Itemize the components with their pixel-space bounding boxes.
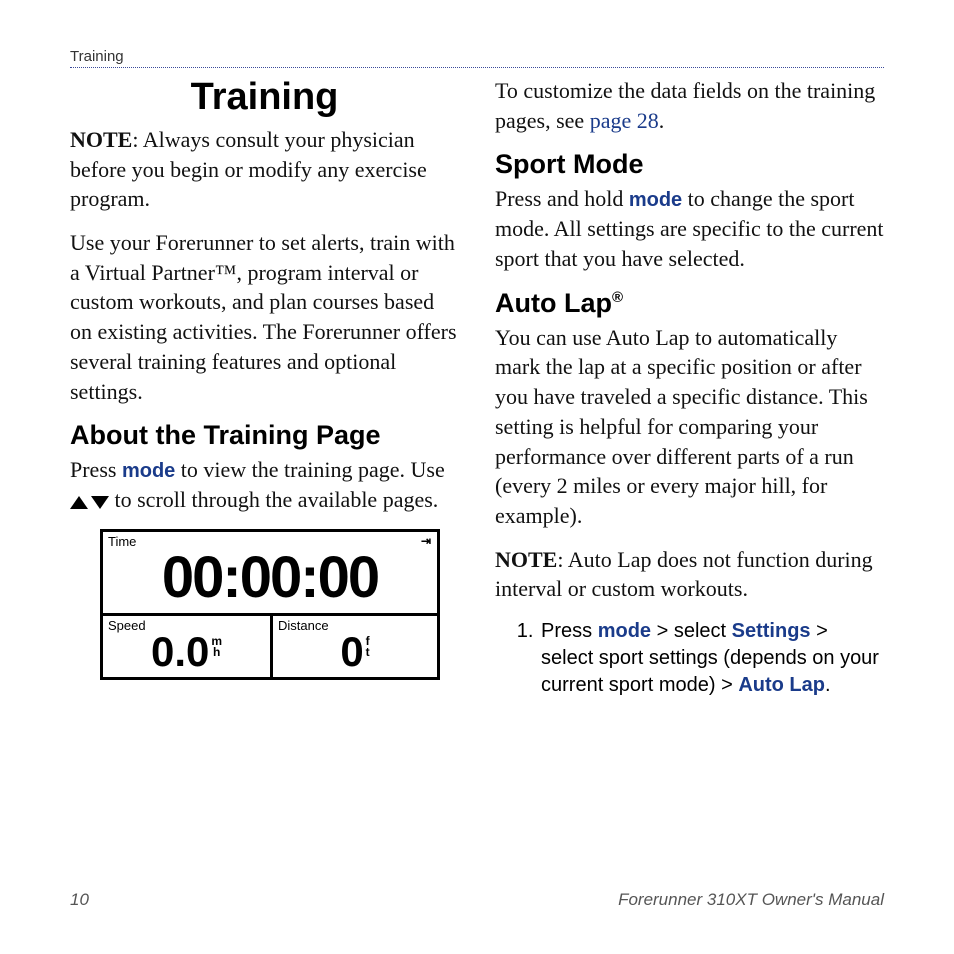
device-screen: Time ⇥ 00:00:00 Speed 0.0mh Distance 0ft [100,529,440,680]
page-header: Training [70,48,884,65]
mode-keyword: mode [122,460,175,482]
step1-b: > select [651,620,732,642]
sport-text-a: Press and hold [495,186,629,211]
page-title: Training [70,76,459,119]
screen-indicator-icon: ⇥ [421,534,431,548]
intro-paragraph: Use your Forerunner to set alerts, train… [70,228,459,406]
steps-list: Press mode > select Settings > select sp… [495,618,884,699]
about-paragraph: Press mode to view the training page. Us… [70,455,459,515]
sport-mode-paragraph: Press and hold mode to change the sport … [495,184,884,273]
page-number: 10 [70,890,89,910]
auto-lap-paragraph: You can use Auto Lap to automatically ma… [495,323,884,531]
registered-symbol: ® [612,289,623,306]
about-heading: About the Training Page [70,420,459,451]
content-columns: Training NOTE: Always consult your physi… [70,76,884,699]
time-value: 00:00:00 [108,549,432,613]
down-arrow-icon [91,496,109,509]
about-text-b: to view the training page. Use [175,457,444,482]
note-label: NOTE [70,127,132,152]
auto-lap-note: NOTE: Auto Lap does not function during … [495,545,884,604]
auto-lap-text: Auto Lap [495,288,612,318]
step1-d: . [825,674,831,696]
left-column: Training NOTE: Always consult your physi… [70,76,459,699]
speed-value: 0.0 [151,628,209,675]
speed-unit: mh [211,636,222,658]
customize-paragraph: To customize the data fields on the trai… [495,76,884,135]
speed-cell: Speed 0.0mh [103,616,270,677]
distance-unit: ft [366,636,370,658]
distance-value-box: 0ft [278,631,432,673]
about-text-a: Press [70,457,122,482]
up-arrow-icon [70,496,88,509]
manual-title: Forerunner 310XT Owner's Manual [618,890,884,910]
settings-keyword: Settings [732,620,811,642]
mode-keyword: mode [598,620,651,642]
step1-a: Press [541,620,598,642]
distance-cell: Distance 0ft [270,616,437,677]
screen-bottom-row: Speed 0.0mh Distance 0ft [103,613,437,677]
step-1: Press mode > select Settings > select sp… [539,618,884,699]
header-divider [70,67,884,68]
right-column: To customize the data fields on the trai… [495,76,884,699]
note-label: NOTE [495,547,557,572]
auto-lap-heading: Auto Lap® [495,288,884,319]
sport-mode-heading: Sport Mode [495,149,884,180]
note-paragraph: NOTE: Always consult your physician befo… [70,125,459,214]
page-footer: 10 Forerunner 310XT Owner's Manual [70,890,884,910]
about-text-c: to scroll through the available pages. [109,487,438,512]
page-link[interactable]: page 28 [590,108,659,133]
customize-text-b: . [659,108,665,133]
distance-value: 0 [340,628,363,675]
mode-keyword: mode [629,189,682,211]
screen-time-row: Time ⇥ 00:00:00 [103,532,437,613]
customize-text-a: To customize the data fields on the trai… [495,78,875,133]
speed-value-box: 0.0mh [108,631,265,673]
autolap-keyword: Auto Lap [738,674,825,696]
